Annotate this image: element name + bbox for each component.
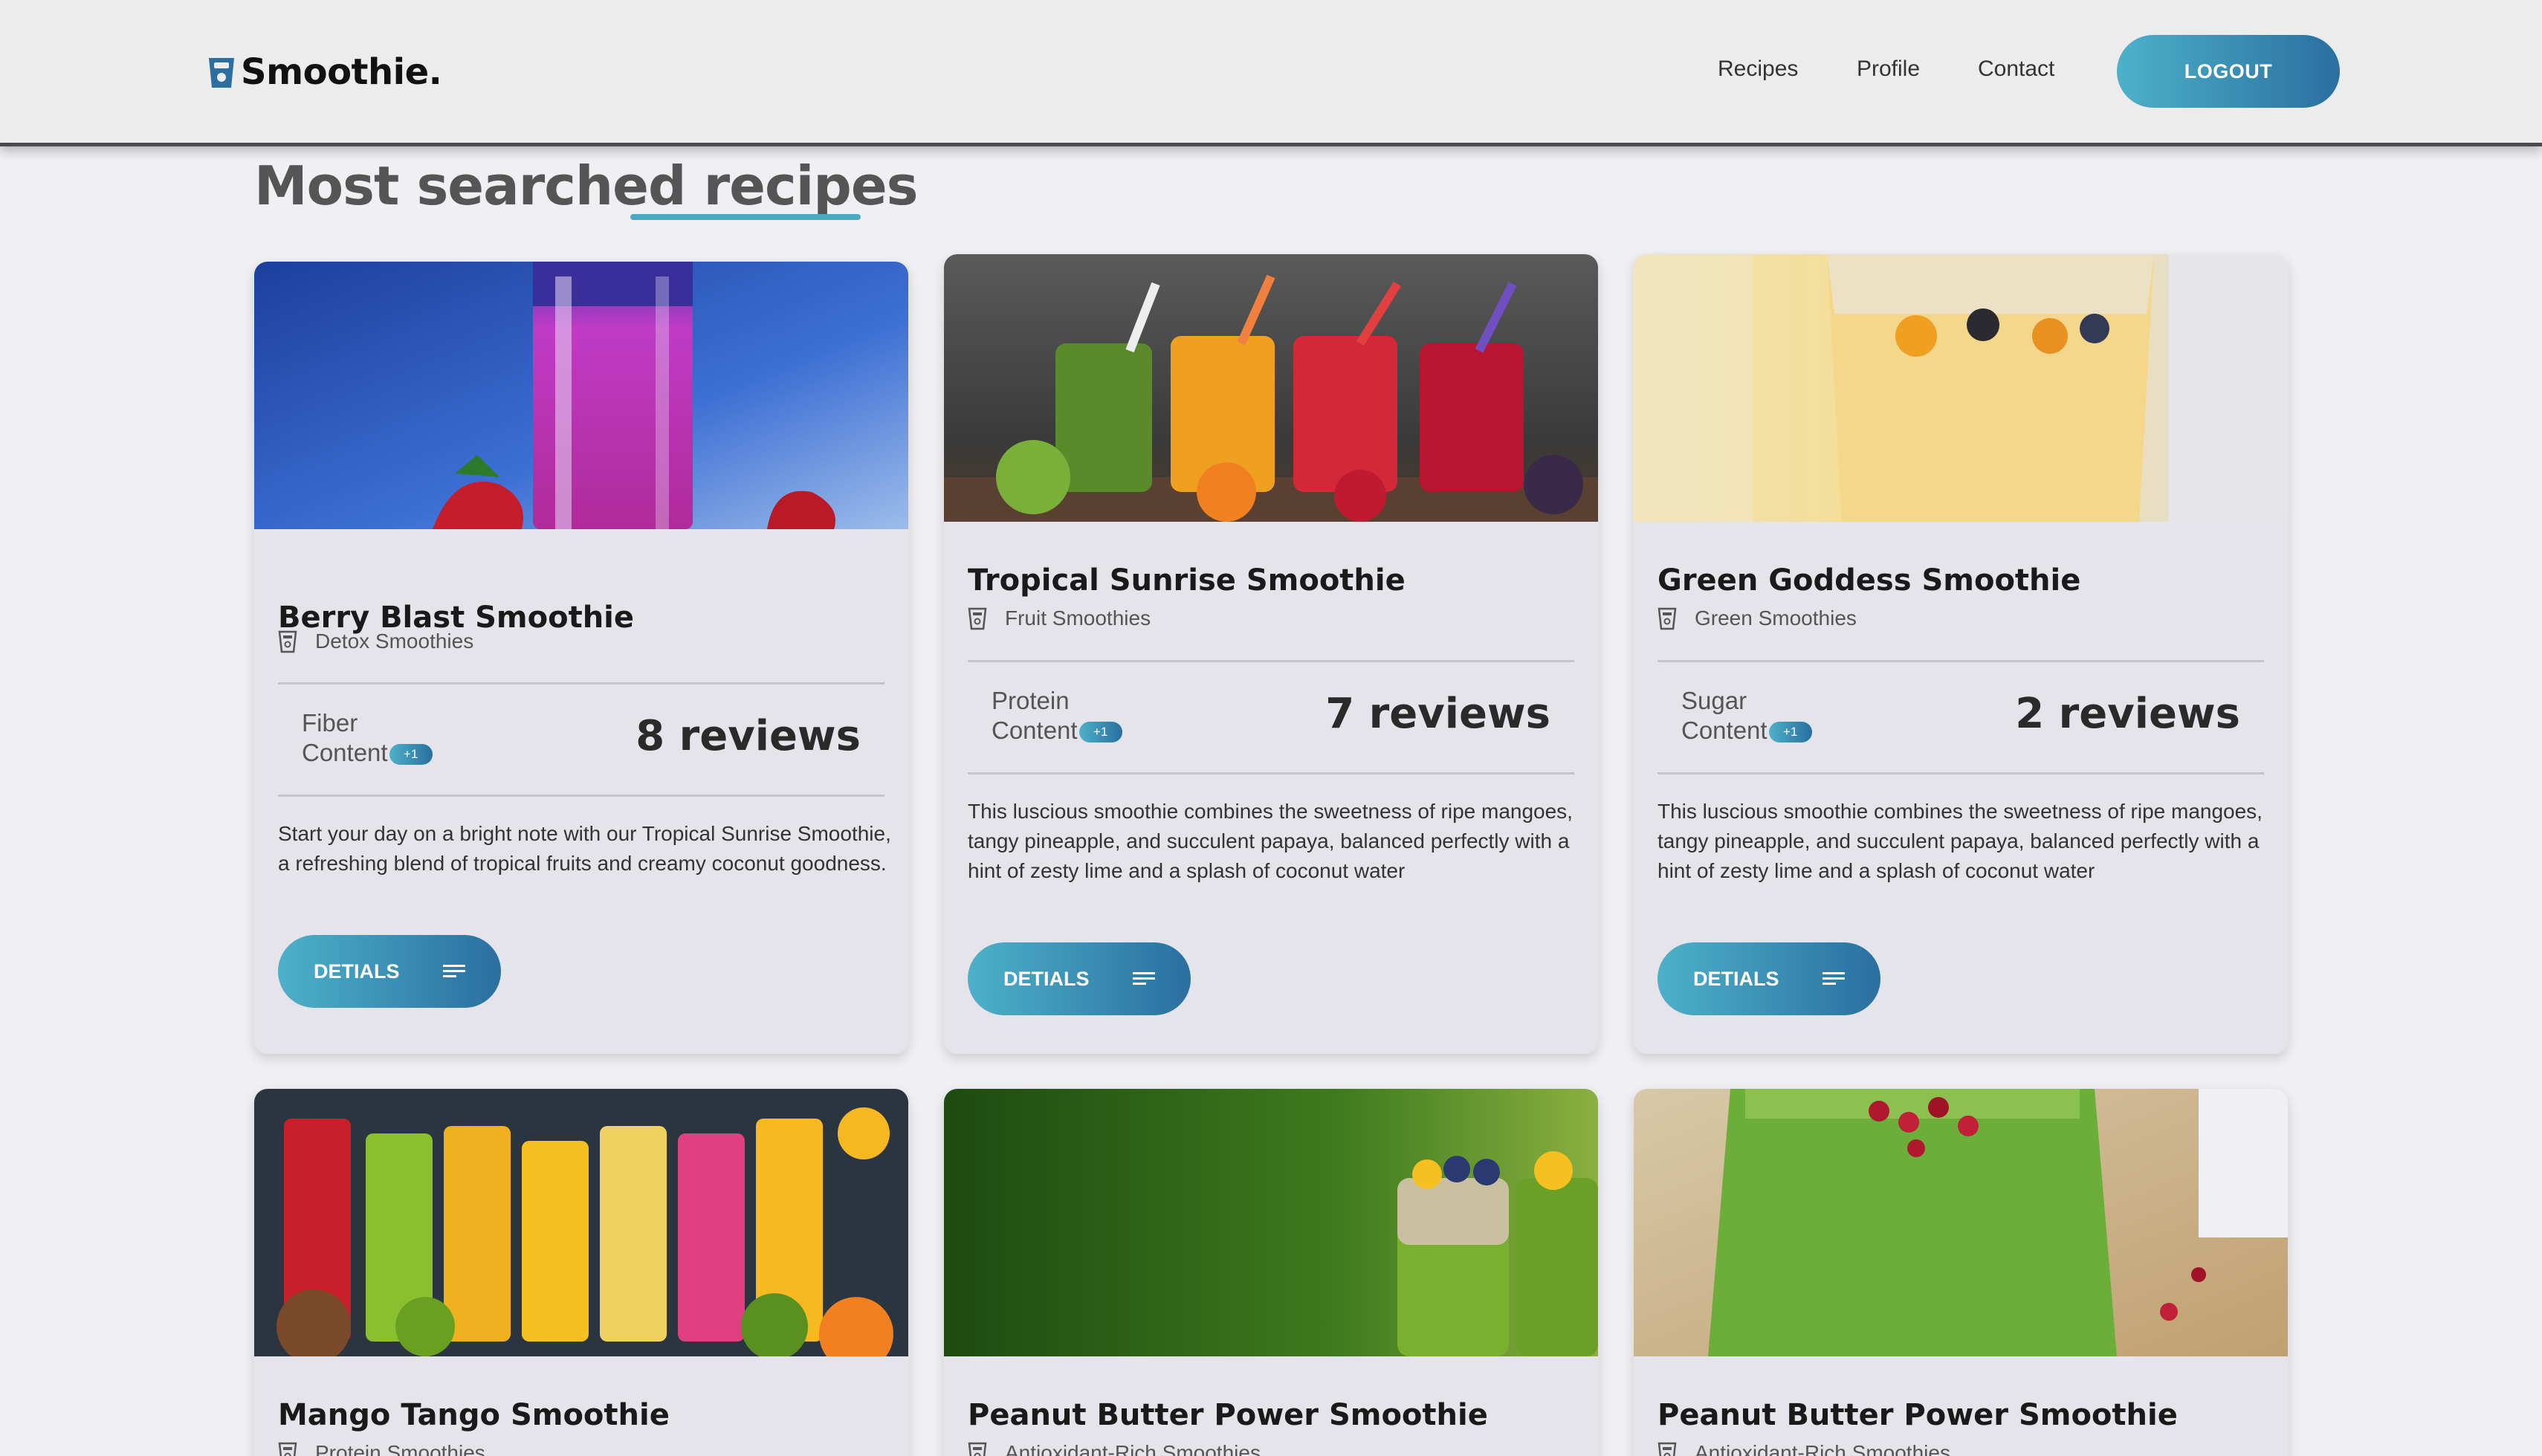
recipe-card: Tropical Sunrise Smoothie Fruit Smoothie… [944, 254, 1598, 1054]
nutrient-label: Sugar [1681, 687, 1747, 714]
category-label: Antioxidant-Rich Smoothies [1005, 1441, 1261, 1456]
recipe-card: Green Goddess Smoothie Green Smoothies S… [1634, 254, 2288, 1054]
recipe-card: Peanut Butter Power Smoothie Antioxidant… [944, 1089, 1598, 1456]
smoothie-cup-icon [278, 1442, 297, 1456]
details-button[interactable]: DETIALS [278, 935, 501, 1008]
recipe-title[interactable]: Tropical Sunrise Smoothie [968, 563, 1406, 598]
smoothie-cup-icon [278, 630, 297, 653]
smoothie-cup-icon [968, 1442, 987, 1456]
divider [968, 660, 1574, 662]
review-count: 7 reviews [1325, 690, 1550, 738]
recipe-description: Start your day on a bright note with our… [278, 822, 891, 875]
recipe-image[interactable] [254, 262, 908, 529]
divider [968, 772, 1574, 774]
category-label: Antioxidant-Rich Smoothies [1695, 1441, 1950, 1456]
recipe-category: Protein Smoothies [278, 1441, 485, 1456]
nutrient-label-2: Content [1681, 716, 1768, 744]
nutrient-info: Fiber Content +1 [302, 708, 433, 768]
menu-lines-icon [1823, 972, 1845, 985]
divider [1658, 772, 2264, 774]
recipe-category: Antioxidant-Rich Smoothies [1658, 1441, 1950, 1456]
category-label: Protein Smoothies [315, 1441, 485, 1456]
details-label: DETIALS [1003, 967, 1090, 990]
logout-button[interactable]: LOGOUT [2117, 35, 2340, 108]
category-label: Green Smoothies [1695, 606, 1857, 630]
nutrient-label-2: Content [302, 739, 388, 766]
recipe-card: Peanut Butter Power Smoothie Antioxidant… [1634, 1089, 2288, 1456]
category-label: Detox Smoothies [315, 630, 474, 653]
category-label: Fruit Smoothies [1005, 606, 1151, 630]
recipe-description: This luscious smoothie combines the swee… [968, 800, 1573, 882]
brand-name: Smoothie. [241, 51, 442, 93]
divider [278, 795, 884, 797]
recipe-title[interactable]: Peanut Butter Power Smoothie [968, 1398, 1488, 1432]
page-title: Most searched recipes [254, 155, 919, 217]
review-count: 8 reviews [636, 712, 861, 760]
recipe-image[interactable] [1634, 1089, 2288, 1356]
review-count: 2 reviews [2015, 690, 2240, 738]
nav-profile[interactable]: Profile [1857, 56, 1920, 82]
smoothie-cup-icon [968, 607, 987, 630]
nutrient-label: Fiber [302, 709, 358, 737]
menu-lines-icon [443, 965, 465, 977]
nav-contact[interactable]: Contact [1978, 56, 2054, 82]
recipe-category: Antioxidant-Rich Smoothies [968, 1441, 1261, 1456]
more-badge[interactable]: +1 [1078, 722, 1122, 743]
recipe-image[interactable] [944, 1089, 1598, 1356]
more-badge[interactable]: +1 [1768, 722, 1812, 743]
top-navbar: Smoothie. Recipes Profile Contact LOGOUT [0, 0, 2542, 146]
nutrient-info: Protein Content +1 [992, 686, 1122, 745]
brand-logo[interactable]: Smoothie. [207, 46, 442, 98]
recipe-description: This luscious smoothie combines the swee… [1658, 800, 2263, 882]
recipe-card: Mango Tango Smoothie Protein Smoothies [254, 1089, 908, 1456]
details-button[interactable]: DETIALS [968, 942, 1191, 1015]
divider [1658, 660, 2264, 662]
menu-lines-icon [1133, 972, 1155, 985]
recipe-title[interactable]: Green Goddess Smoothie [1658, 563, 2080, 598]
details-button[interactable]: DETIALS [1658, 942, 1880, 1015]
details-label: DETIALS [1693, 967, 1779, 990]
nutrient-info: Sugar Content +1 [1681, 686, 1812, 745]
details-label: DETIALS [314, 960, 400, 983]
nutrient-label-2: Content [992, 716, 1078, 744]
recipe-category: Detox Smoothies [278, 630, 473, 653]
recipe-image[interactable] [1634, 254, 2288, 522]
more-badge[interactable]: +1 [389, 744, 433, 766]
recipe-image[interactable] [254, 1089, 908, 1356]
recipe-category: Fruit Smoothies [968, 606, 1151, 630]
title-underline [630, 214, 861, 220]
smoothie-cup-icon [209, 58, 234, 88]
recipe-title[interactable]: Peanut Butter Power Smoothie [1658, 1398, 2178, 1432]
divider [278, 682, 884, 685]
smoothie-cup-icon [1658, 1442, 1677, 1456]
recipe-image[interactable] [944, 254, 1598, 522]
nav-recipes[interactable]: Recipes [1718, 56, 1798, 82]
smoothie-cup-icon [1658, 607, 1677, 630]
recipe-title[interactable]: Mango Tango Smoothie [278, 1398, 670, 1432]
recipe-card: Berry Blast Smoothie Detox Smoothies Fib… [254, 262, 908, 1054]
recipe-category: Green Smoothies [1658, 606, 1857, 630]
nutrient-label: Protein [992, 687, 1070, 714]
